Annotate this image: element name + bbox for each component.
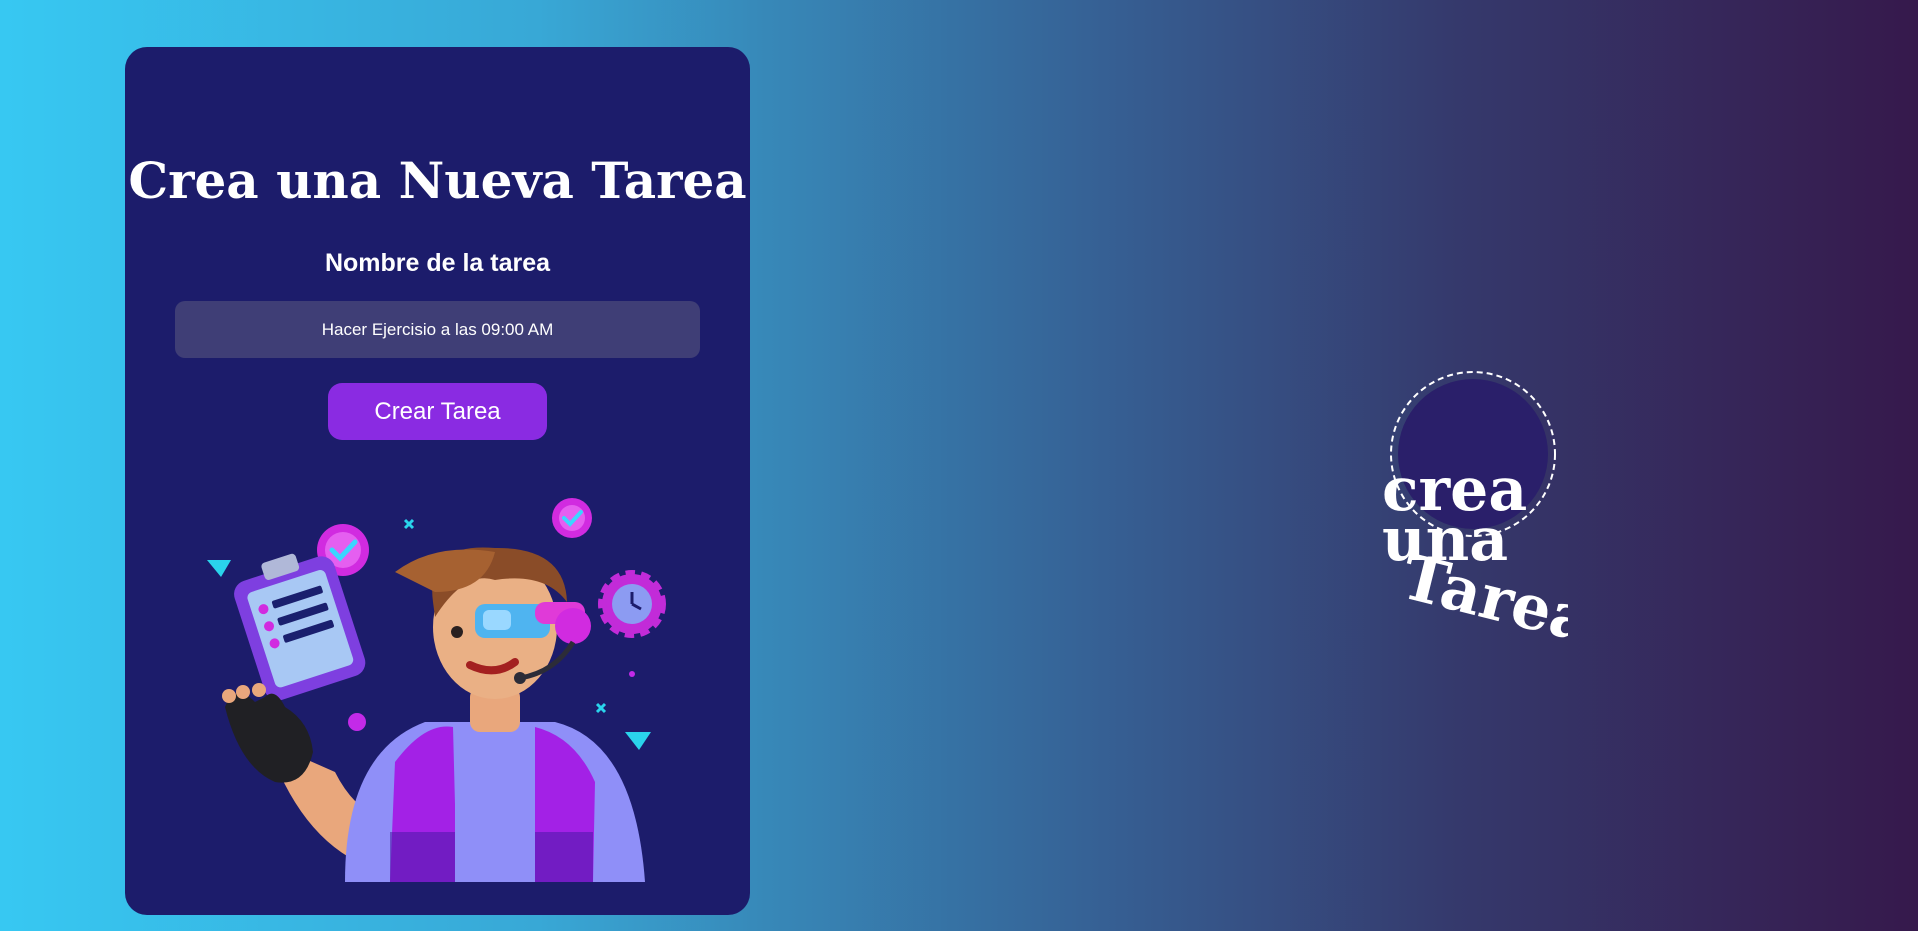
page-title: Crea una Nueva Tarea — [128, 151, 747, 210]
check-badge-icon — [552, 498, 592, 538]
sphere-icon — [348, 713, 366, 731]
glove-icon — [222, 683, 313, 783]
clock-gear-icon — [598, 570, 666, 638]
sphere-icon — [629, 671, 635, 677]
character-illustration — [207, 498, 666, 882]
triangle-icon — [207, 560, 231, 577]
cross-icon — [595, 702, 607, 714]
cross-icon — [403, 518, 415, 530]
task-name-label: Nombre de la tarea — [324, 249, 551, 277]
create-task-button[interactable]: Crear Tarea — [328, 383, 547, 440]
vr-headset-icon — [475, 602, 591, 644]
task-name-input[interactable] — [175, 301, 700, 358]
triangle-icon — [625, 732, 651, 750]
task-form-card: Crea una Nueva Tarea Nombre de la tarea … — [125, 47, 750, 915]
crea-una-tarea-logo: crea una Tarea — [1382, 371, 1568, 657]
logo-line-tarea: Tarea — [1394, 540, 1568, 657]
